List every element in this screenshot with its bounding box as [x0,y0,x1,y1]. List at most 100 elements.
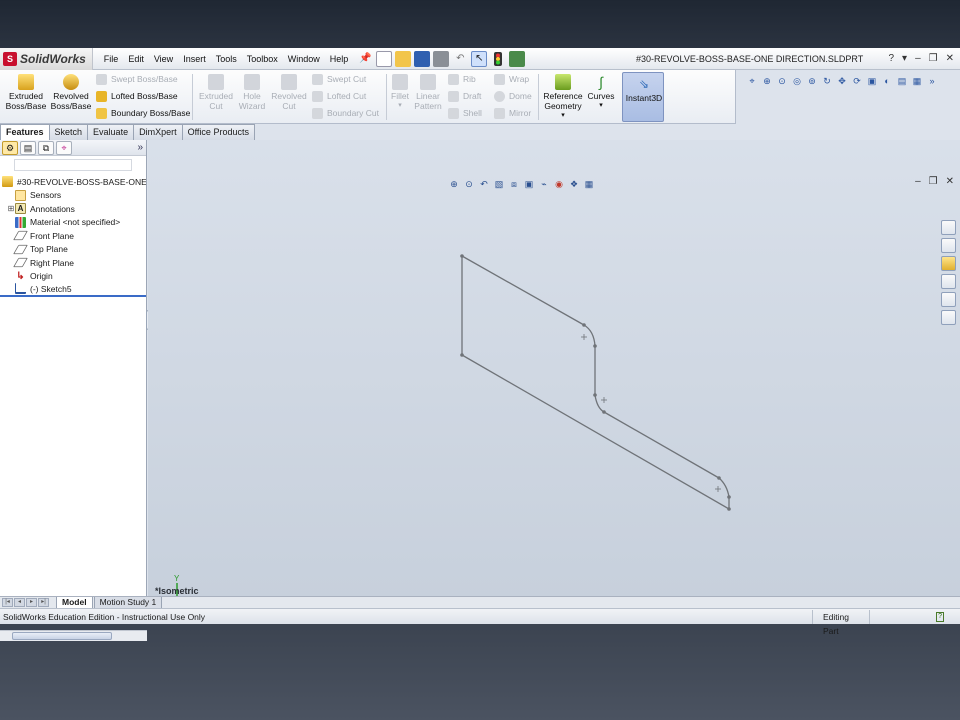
zoom-in-out-icon[interactable]: ◎ [791,75,803,87]
sketch-point[interactable] [602,410,606,414]
pan-icon[interactable]: ✥ [836,75,848,87]
fillet-dropdown-icon[interactable]: ▾ [388,101,412,111]
appearances-scenes-icon[interactable] [941,292,956,307]
draft-button[interactable]: Draft [448,89,481,103]
file-explorer-icon[interactable] [941,256,956,271]
extruded-boss-button[interactable]: Extruded Boss/Base [4,74,48,111]
instant3d-button[interactable]: ⇘ Instant3D [622,72,664,122]
last-tab-icon[interactable]: ▸| [38,598,49,607]
sketch-point[interactable] [582,323,586,327]
close-icon[interactable]: ✕ [946,48,954,70]
tab-office-products[interactable]: Office Products [181,124,255,140]
restore-icon[interactable]: ❐ [929,48,938,70]
new-document-icon[interactable] [376,50,393,67]
linear-pattern-button[interactable]: Linear Pattern [412,74,444,111]
reference-geometry-dropdown-icon[interactable]: ▾ [540,111,586,121]
menu-insert[interactable]: Insert [178,48,211,70]
print-icon[interactable] [433,50,450,67]
open-folder-icon[interactable] [395,50,412,67]
solidworks-logo[interactable]: S SolidWorks [0,47,93,70]
help-search-icon[interactable]: ? [888,48,894,70]
property-manager-icon[interactable]: ▤ [20,140,36,155]
roll-view-icon[interactable]: ⟳ [851,75,863,87]
revolved-boss-button[interactable]: Revolved Boss/Base [50,74,92,111]
options-icon[interactable] [509,50,526,67]
sketch-point[interactable] [727,495,731,499]
swept-cut-button[interactable]: Swept Cut [312,72,366,86]
sketch-arc[interactable] [718,477,730,498]
dropdown-icon[interactable]: ▾ [902,48,907,70]
tree-item-origin[interactable]: ↳ Origin [0,270,146,284]
expand-panel-icon[interactable]: » [137,142,143,153]
dome-button[interactable]: Dome [494,89,532,103]
dimxpert-manager-icon[interactable]: ⌖ [56,140,72,155]
sketch5-profile[interactable] [461,255,730,510]
next-tab-icon[interactable]: ▸ [26,598,37,607]
section-view-icon[interactable]: ▤ [896,75,908,87]
menu-help[interactable]: Help [325,48,354,70]
reference-geometry-button[interactable]: Reference Geometry ▾ [540,74,586,121]
rebuild-traffic-light-icon[interactable] [490,51,506,67]
shell-button[interactable]: Shell [448,106,482,120]
view-settings-icon[interactable]: ▦ [911,75,923,87]
lofted-cut-button[interactable]: Lofted Cut [312,89,366,103]
tab-motion-study-1[interactable]: Motion Study 1 [93,596,163,609]
sketch-line[interactable] [603,411,720,479]
extruded-cut-button[interactable]: Extruded Cut [196,74,236,111]
menu-window[interactable]: Window [283,48,325,70]
menu-file[interactable]: File [99,48,124,70]
design-library-icon[interactable] [941,238,956,253]
tree-item-sketch5[interactable]: (-) Sketch5 [0,283,146,297]
toolbar-overflow-icon[interactable]: » [926,75,938,87]
zoom-to-area-icon[interactable]: ⊙ [776,75,788,87]
menu-edit[interactable]: Edit [123,48,149,70]
tree-item-top-plane[interactable]: Top Plane [0,243,146,257]
first-tab-icon[interactable]: |◂ [2,598,13,607]
custom-properties-icon[interactable] [941,310,956,325]
tree-item-front-plane[interactable]: Front Plane [0,229,146,243]
boundary-cut-button[interactable]: Boundary Cut [312,106,379,120]
save-icon[interactable] [414,50,431,67]
tab-features[interactable]: Features [0,124,50,140]
solidworks-resources-icon[interactable] [941,220,956,235]
hole-wizard-button[interactable]: Hole Wizard [236,74,268,111]
scrollbar-thumb[interactable] [12,632,112,640]
menu-tools[interactable]: Tools [211,48,242,70]
pin-icon[interactable]: 📌 [357,51,373,67]
appearance-icon[interactable]: ◐ [881,75,893,87]
minimize-icon[interactable]: – [915,48,921,70]
sketch-point[interactable] [460,353,464,357]
expand-plus-icon[interactable]: ⊞ [7,204,15,213]
prev-tab-icon[interactable]: ◂ [14,598,25,607]
select-pointer-icon[interactable]: ↖ [471,50,488,67]
sketch-point[interactable] [593,344,597,348]
quick-tips-help-icon[interactable]: ? [935,612,945,622]
curves-dropdown-icon[interactable]: ▾ [586,101,616,111]
sketch-arc[interactable] [594,394,605,413]
sketch-point[interactable] [717,476,721,480]
tree-root-part[interactable]: #30-REVOLVE-BOSS-BASE-ONE DIRECTION [0,175,146,189]
swept-boss-button[interactable]: Swept Boss/Base [96,72,178,86]
rib-button[interactable]: Rib [448,72,476,86]
wrap-button[interactable]: Wrap [494,72,529,86]
graphics-area[interactable]: ⊕ ⊙ ↶ ▧ ⧈ ▣ ⌁ ◉ ❖ ▦ – ❐ ✕ Y *Isometric [148,140,960,600]
menu-view[interactable]: View [149,48,178,70]
tab-evaluate[interactable]: Evaluate [87,124,135,140]
zoom-selection-icon[interactable]: ⊚ [806,75,818,87]
undo-icon[interactable]: ↶ [452,51,468,67]
tree-item-material[interactable]: Material <not specified> [0,216,146,230]
lofted-boss-button[interactable]: Lofted Boss/Base [96,89,178,103]
tab-sketch[interactable]: Sketch [48,124,89,140]
configuration-manager-icon[interactable]: ⧉ [38,140,54,155]
display-style-icon[interactable]: ▣ [866,75,878,87]
boundary-boss-button[interactable]: Boundary Boss/Base [96,106,190,120]
tree-item-right-plane[interactable]: Right Plane [0,256,146,270]
revolved-cut-button[interactable]: Revolved Cut [270,74,308,111]
fillet-button[interactable]: Fillet ▾ [388,74,412,111]
tree-horizontal-scrollbar[interactable] [0,630,147,641]
tab-dimxpert[interactable]: DimXpert [133,124,183,140]
menu-toolbox[interactable]: Toolbox [242,48,283,70]
sketch-arc[interactable] [583,324,596,347]
tree-item-sensors[interactable]: Sensors [0,189,146,203]
view-orientation-icon[interactable]: ⌖ [746,75,758,87]
